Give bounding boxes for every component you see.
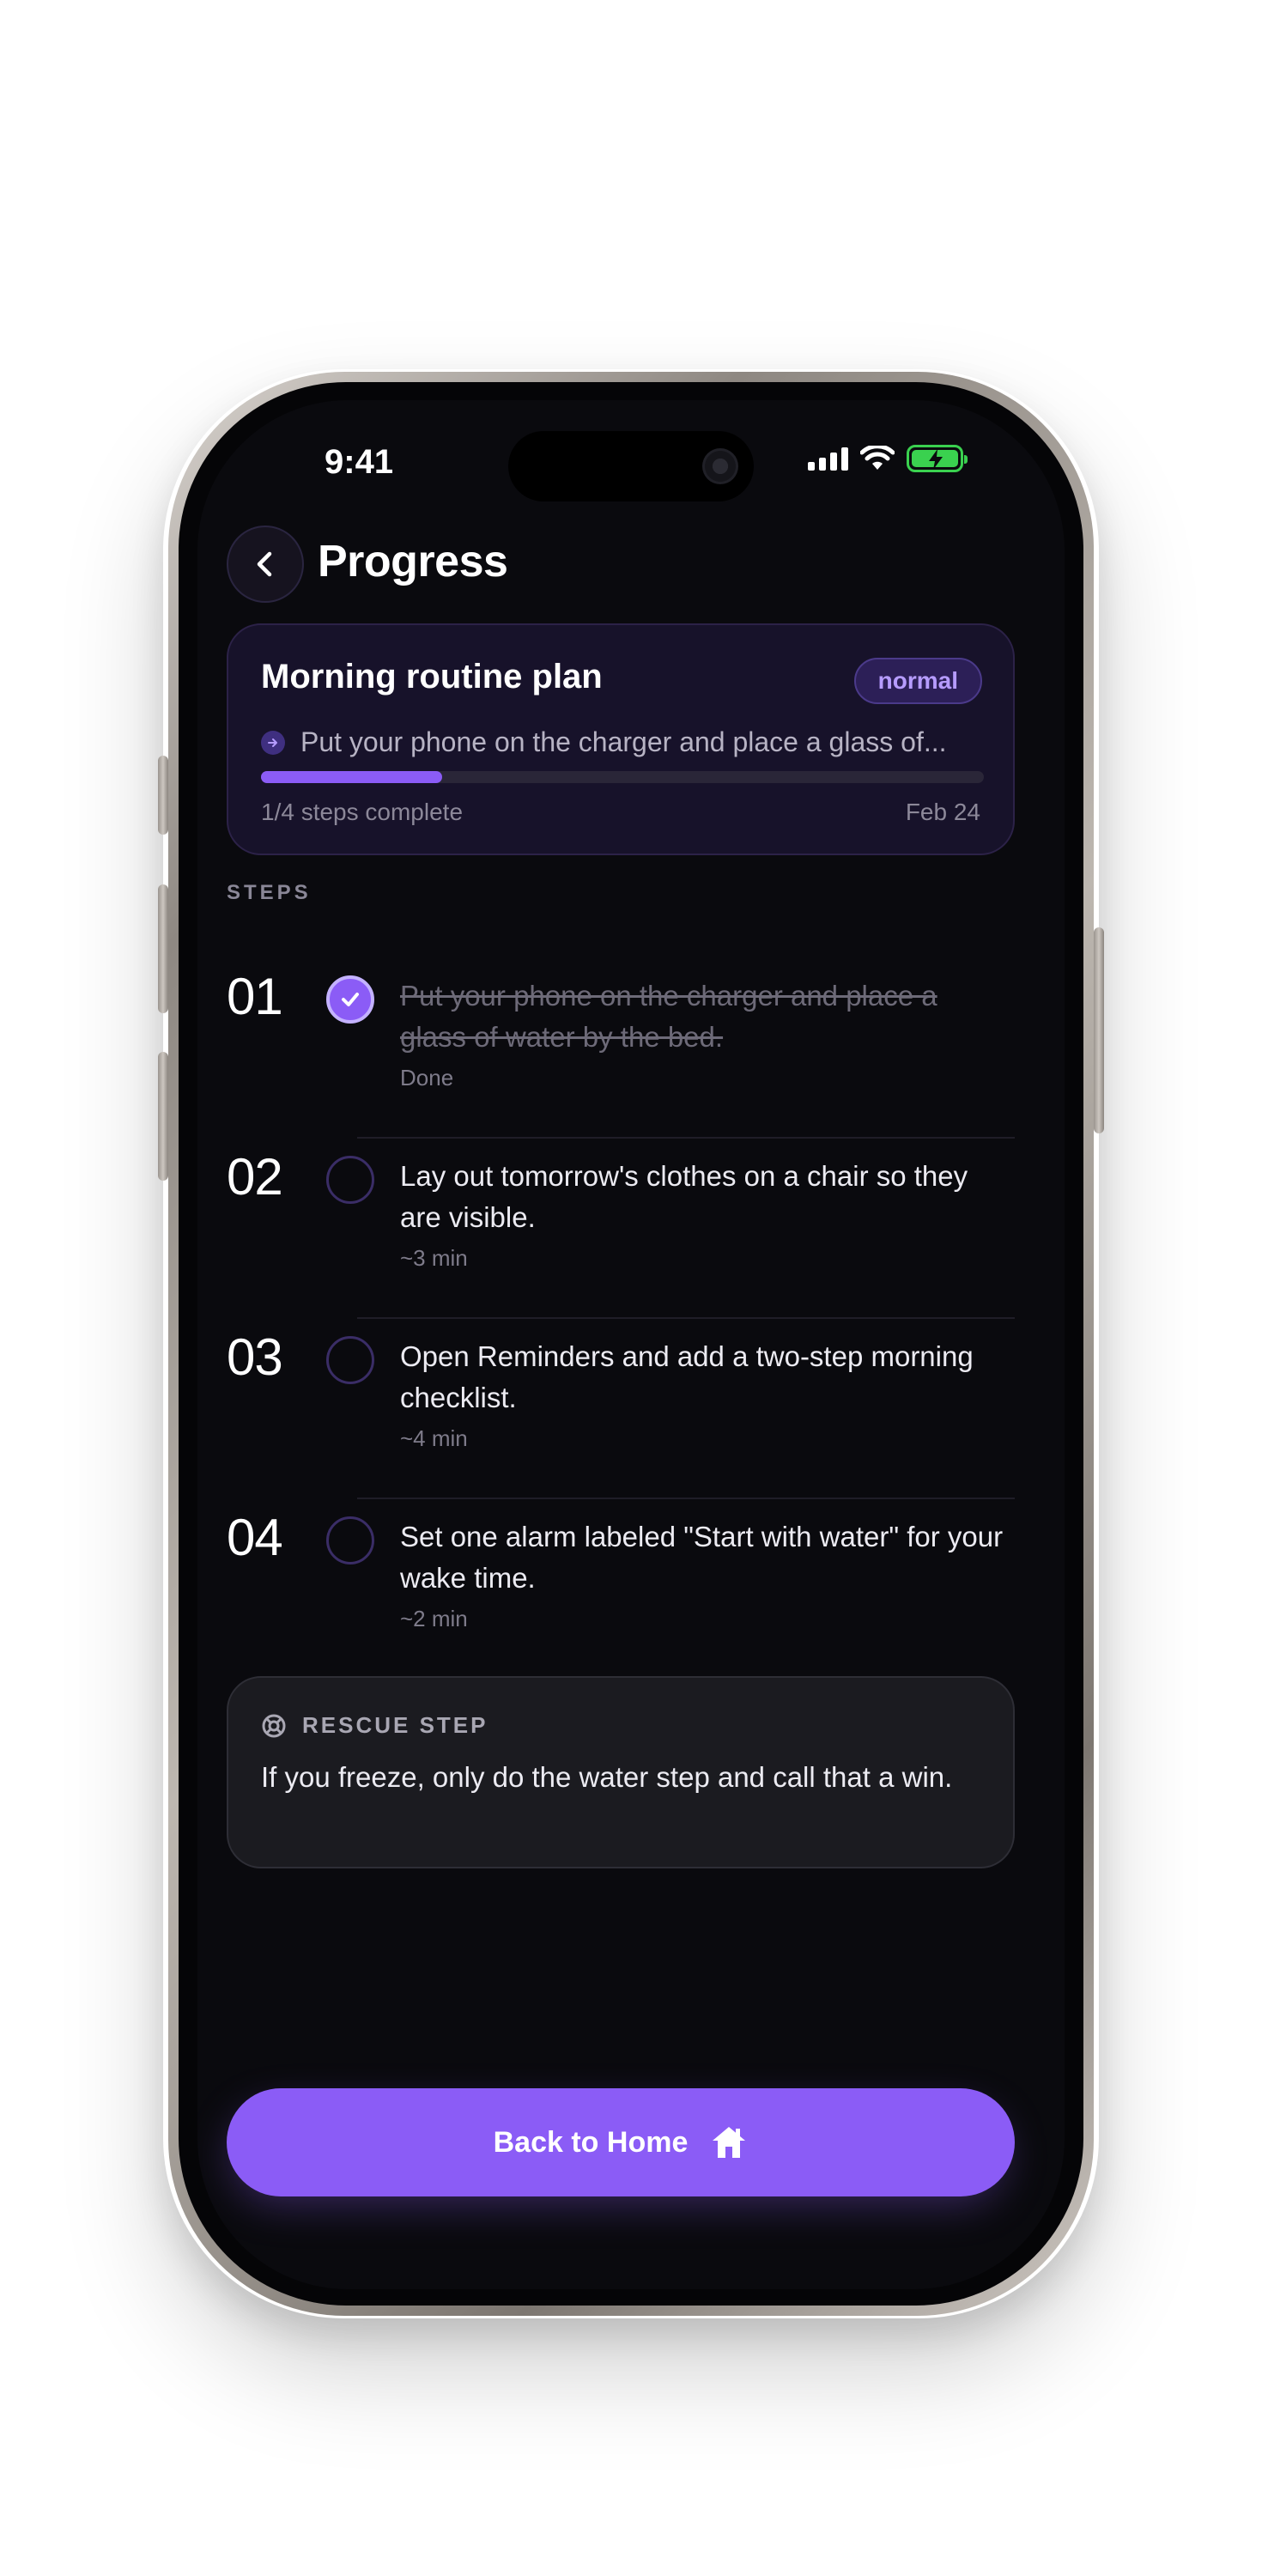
home-icon xyxy=(713,2127,746,2158)
volume-up-button xyxy=(158,884,168,1013)
step-text: Set one alarm labeled "Start with water"… xyxy=(400,1521,1004,1594)
plan-card: Morning routine plan normal Put your pho… xyxy=(227,623,1015,855)
plan-title: Morning routine plan xyxy=(261,658,603,696)
step-item: 04 Set one alarm labeled "Start with wat… xyxy=(227,1499,1015,1680)
screen: 9:41 Progress Morning routine plan norma… xyxy=(197,400,1065,2289)
step-meta: ~2 min xyxy=(400,1606,468,1631)
step-item: 01 Put your phone on the charger and pla… xyxy=(227,958,1015,1139)
camera-icon xyxy=(702,448,738,484)
step-meta: ~4 min xyxy=(400,1425,468,1451)
progress-label: 1/4 steps complete xyxy=(261,799,464,825)
wifi-icon xyxy=(860,446,895,470)
cta-label: Back to Home xyxy=(493,2125,689,2159)
step-meta: Done xyxy=(400,1065,454,1091)
current-step-text: Put your phone on the charger and place … xyxy=(300,726,947,757)
step-item: 03 Open Reminders and add a two-step mor… xyxy=(227,1319,1015,1499)
checkmark-icon xyxy=(342,993,359,1006)
step-number: 02 xyxy=(227,1148,283,1206)
step-checkbox[interactable] xyxy=(326,1156,374,1204)
step-meta: ~3 min xyxy=(400,1245,468,1271)
volume-down-button xyxy=(158,1052,168,1181)
back-to-home-button[interactable]: Back to Home xyxy=(227,2088,1015,2196)
step-checkbox[interactable] xyxy=(326,1336,374,1384)
steps-section-label: STEPS xyxy=(227,881,312,904)
cellular-signal-icon xyxy=(808,447,848,471)
plan-date: Feb 24 xyxy=(905,799,980,825)
plan-progress-fill xyxy=(261,771,442,783)
step-text: Open Reminders and add a two-step mornin… xyxy=(400,1340,974,1413)
step-text: Lay out tomorrow's clothes on a chair so… xyxy=(400,1160,968,1233)
arrow-right-icon xyxy=(261,730,285,755)
step-number: 04 xyxy=(227,1509,283,1566)
back-button[interactable] xyxy=(227,526,304,603)
stage: 9:41 Progress Morning routine plan norma… xyxy=(0,0,1262,2576)
action-button xyxy=(158,756,168,835)
step-number: 03 xyxy=(227,1328,283,1386)
rescue-label: RESCUE STEP xyxy=(302,1712,488,1738)
step-item: 02 Lay out tomorrow's clothes on a chair… xyxy=(227,1139,1015,1319)
rescue-text: If you freeze, only do the water step an… xyxy=(261,1761,953,1793)
battery-charging-icon xyxy=(907,445,968,472)
status-time: 9:41 xyxy=(325,443,394,481)
plan-mode-badge: normal xyxy=(853,658,982,704)
rescue-header: RESCUE STEP xyxy=(261,1712,488,1739)
step-checkbox[interactable] xyxy=(326,1516,374,1564)
chevron-left-icon xyxy=(257,551,272,577)
current-step-row: Put your phone on the charger and place … xyxy=(261,726,982,758)
step-number: 01 xyxy=(227,968,283,1025)
step-checkbox[interactable] xyxy=(326,975,374,1024)
page-title: Progress xyxy=(318,537,508,586)
step-text: Put your phone on the charger and place … xyxy=(400,980,937,1053)
rescue-card: RESCUE STEP If you freeze, only do the w… xyxy=(227,1676,1015,1868)
plan-progress-bar xyxy=(261,771,984,783)
dynamic-island xyxy=(508,431,754,501)
power-button xyxy=(1094,927,1104,1133)
status-icons xyxy=(808,445,968,472)
lifebuoy-icon xyxy=(262,1714,286,1737)
